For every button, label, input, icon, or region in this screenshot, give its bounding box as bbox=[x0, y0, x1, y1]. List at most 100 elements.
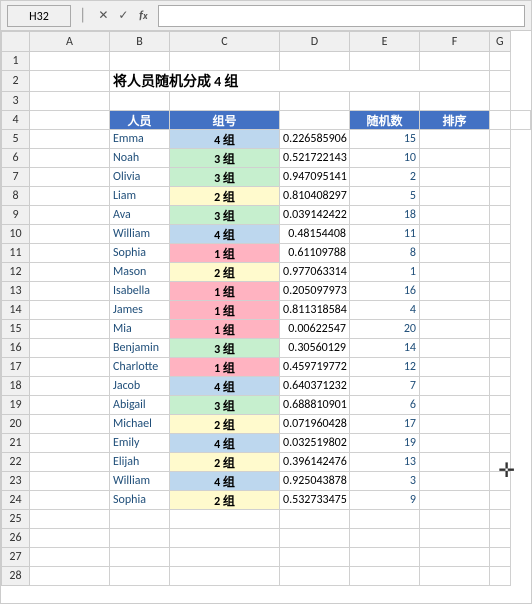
cell-empty-r25-c2[interactable] bbox=[170, 510, 280, 529]
cell-name-21[interactable]: Emily bbox=[110, 434, 170, 453]
cell-rank-11[interactable]: 8 bbox=[350, 244, 420, 263]
cell-A9[interactable] bbox=[30, 206, 110, 225]
cell-F19[interactable] bbox=[420, 396, 490, 415]
col-header-G[interactable]: G bbox=[490, 32, 511, 52]
cell-name-14[interactable]: James bbox=[110, 301, 170, 320]
cell-empty-r3-c6[interactable] bbox=[490, 92, 511, 111]
cell-F21[interactable] bbox=[420, 434, 490, 453]
cell-group-11[interactable]: 1 组 bbox=[170, 244, 280, 263]
cell-G21[interactable] bbox=[490, 434, 511, 453]
cell-A19[interactable] bbox=[30, 396, 110, 415]
cell-empty-r26-c3[interactable] bbox=[280, 529, 350, 548]
cell-G10[interactable] bbox=[490, 225, 511, 244]
cell-G16[interactable] bbox=[490, 339, 511, 358]
cell-G11[interactable] bbox=[490, 244, 511, 263]
cell-A20[interactable] bbox=[30, 415, 110, 434]
cell-rank-19[interactable]: 6 bbox=[350, 396, 420, 415]
header-C4[interactable] bbox=[280, 111, 350, 130]
cell-name-23[interactable]: William bbox=[110, 472, 170, 491]
cell-D21[interactable]: 0.032519802 bbox=[280, 434, 350, 453]
cell-G7[interactable] bbox=[490, 168, 511, 187]
cell-empty-r25-c3[interactable] bbox=[280, 510, 350, 529]
cell-group-17[interactable]: 1 组 bbox=[170, 358, 280, 377]
cell-rank-18[interactable]: 7 bbox=[350, 377, 420, 396]
cell-A14[interactable] bbox=[30, 301, 110, 320]
cell-G12[interactable] bbox=[490, 263, 511, 282]
cell-empty-r27-c3[interactable] bbox=[280, 548, 350, 567]
cell-empty-r28-c0[interactable] bbox=[30, 567, 110, 586]
cell-empty-r3-c3[interactable] bbox=[280, 92, 350, 111]
header-F4[interactable] bbox=[490, 111, 511, 130]
col-header-C[interactable]: C bbox=[170, 32, 280, 52]
cell-empty-r27-c6[interactable] bbox=[490, 548, 511, 567]
title-cell[interactable]: 将人员随机分成 4 组 bbox=[110, 71, 490, 92]
cell-F12[interactable] bbox=[420, 263, 490, 282]
cell-F18[interactable] bbox=[420, 377, 490, 396]
cell-rank-5[interactable]: 15 bbox=[350, 130, 420, 149]
cell-group-5[interactable]: 4 组 bbox=[170, 130, 280, 149]
cell-empty-r3-c0[interactable] bbox=[30, 92, 110, 111]
cell-empty-r27-c4[interactable] bbox=[350, 548, 420, 567]
name-box[interactable]: H32 bbox=[7, 5, 71, 27]
cell-group-12[interactable]: 2 组 bbox=[170, 263, 280, 282]
cell-D9[interactable]: 0.039142422 bbox=[280, 206, 350, 225]
cell-A10[interactable] bbox=[30, 225, 110, 244]
cell-empty-r1-c0[interactable] bbox=[30, 52, 110, 71]
cell-name-16[interactable]: Benjamin bbox=[110, 339, 170, 358]
cell-rank-17[interactable]: 12 bbox=[350, 358, 420, 377]
cell-group-24[interactable]: 2 组 bbox=[170, 491, 280, 510]
cell-empty-r1-c2[interactable] bbox=[170, 52, 280, 71]
cell-rank-8[interactable]: 5 bbox=[350, 187, 420, 206]
cell-D17[interactable]: 0.459719772 bbox=[280, 358, 350, 377]
cell-empty-r26-c0[interactable] bbox=[30, 529, 110, 548]
cell-group-16[interactable]: 3 组 bbox=[170, 339, 280, 358]
cell-group-22[interactable]: 2 组 bbox=[170, 453, 280, 472]
cell-D7[interactable]: 0.947095141 bbox=[280, 168, 350, 187]
cell-empty-r28-c3[interactable] bbox=[280, 567, 350, 586]
cell-F6[interactable] bbox=[420, 149, 490, 168]
cell-empty-r1-c6[interactable] bbox=[490, 52, 511, 71]
cell-rank-15[interactable]: 20 bbox=[350, 320, 420, 339]
cell-F13[interactable] bbox=[420, 282, 490, 301]
cell-empty-r28-c4[interactable] bbox=[350, 567, 420, 586]
cell-name-18[interactable]: Jacob bbox=[110, 377, 170, 396]
col-header-E[interactable]: E bbox=[350, 32, 420, 52]
cell-D6[interactable]: 0.521722143 bbox=[280, 149, 350, 168]
cell-D24[interactable]: 0.532733475 bbox=[280, 491, 350, 510]
cell-F24[interactable] bbox=[420, 491, 490, 510]
cell-rank-14[interactable]: 4 bbox=[350, 301, 420, 320]
cell-name-19[interactable]: Abigail bbox=[110, 396, 170, 415]
cell-group-19[interactable]: 3 组 bbox=[170, 396, 280, 415]
cell-empty-r3-c1[interactable] bbox=[110, 92, 170, 111]
cell-A2[interactable] bbox=[30, 71, 110, 92]
cell-name-10[interactable]: William bbox=[110, 225, 170, 244]
cell-A6[interactable] bbox=[30, 149, 110, 168]
cell-F11[interactable] bbox=[420, 244, 490, 263]
cell-empty-r27-c0[interactable] bbox=[30, 548, 110, 567]
cell-D8[interactable]: 0.810408297 bbox=[280, 187, 350, 206]
cell-name-8[interactable]: Liam bbox=[110, 187, 170, 206]
cell-empty-r26-c1[interactable] bbox=[110, 529, 170, 548]
formula-input[interactable] bbox=[158, 5, 525, 27]
cell-A7[interactable] bbox=[30, 168, 110, 187]
cell-name-7[interactable]: Olivia bbox=[110, 168, 170, 187]
cell-A21[interactable] bbox=[30, 434, 110, 453]
cell-rank-13[interactable]: 16 bbox=[350, 282, 420, 301]
cell-empty-r27-c2[interactable] bbox=[170, 548, 280, 567]
cell-D18[interactable]: 0.640371232 bbox=[280, 377, 350, 396]
cell-empty-r3-c5[interactable] bbox=[420, 92, 490, 111]
function-icon[interactable]: fx bbox=[134, 7, 152, 25]
cell-A5[interactable] bbox=[30, 130, 110, 149]
cell-empty-r25-c0[interactable] bbox=[30, 510, 110, 529]
cell-rank-24[interactable]: 9 bbox=[350, 491, 420, 510]
cell-group-20[interactable]: 2 组 bbox=[170, 415, 280, 434]
cell-empty-r27-c1[interactable] bbox=[110, 548, 170, 567]
cell-empty-r28-c1[interactable] bbox=[110, 567, 170, 586]
cell-name-24[interactable]: Sophia bbox=[110, 491, 170, 510]
cell-empty-r1-c4[interactable] bbox=[350, 52, 420, 71]
cell-F14[interactable] bbox=[420, 301, 490, 320]
cell-D20[interactable]: 0.071960428 bbox=[280, 415, 350, 434]
cell-G19[interactable] bbox=[490, 396, 511, 415]
cell-F20[interactable] bbox=[420, 415, 490, 434]
cell-empty-r1-c1[interactable] bbox=[110, 52, 170, 71]
